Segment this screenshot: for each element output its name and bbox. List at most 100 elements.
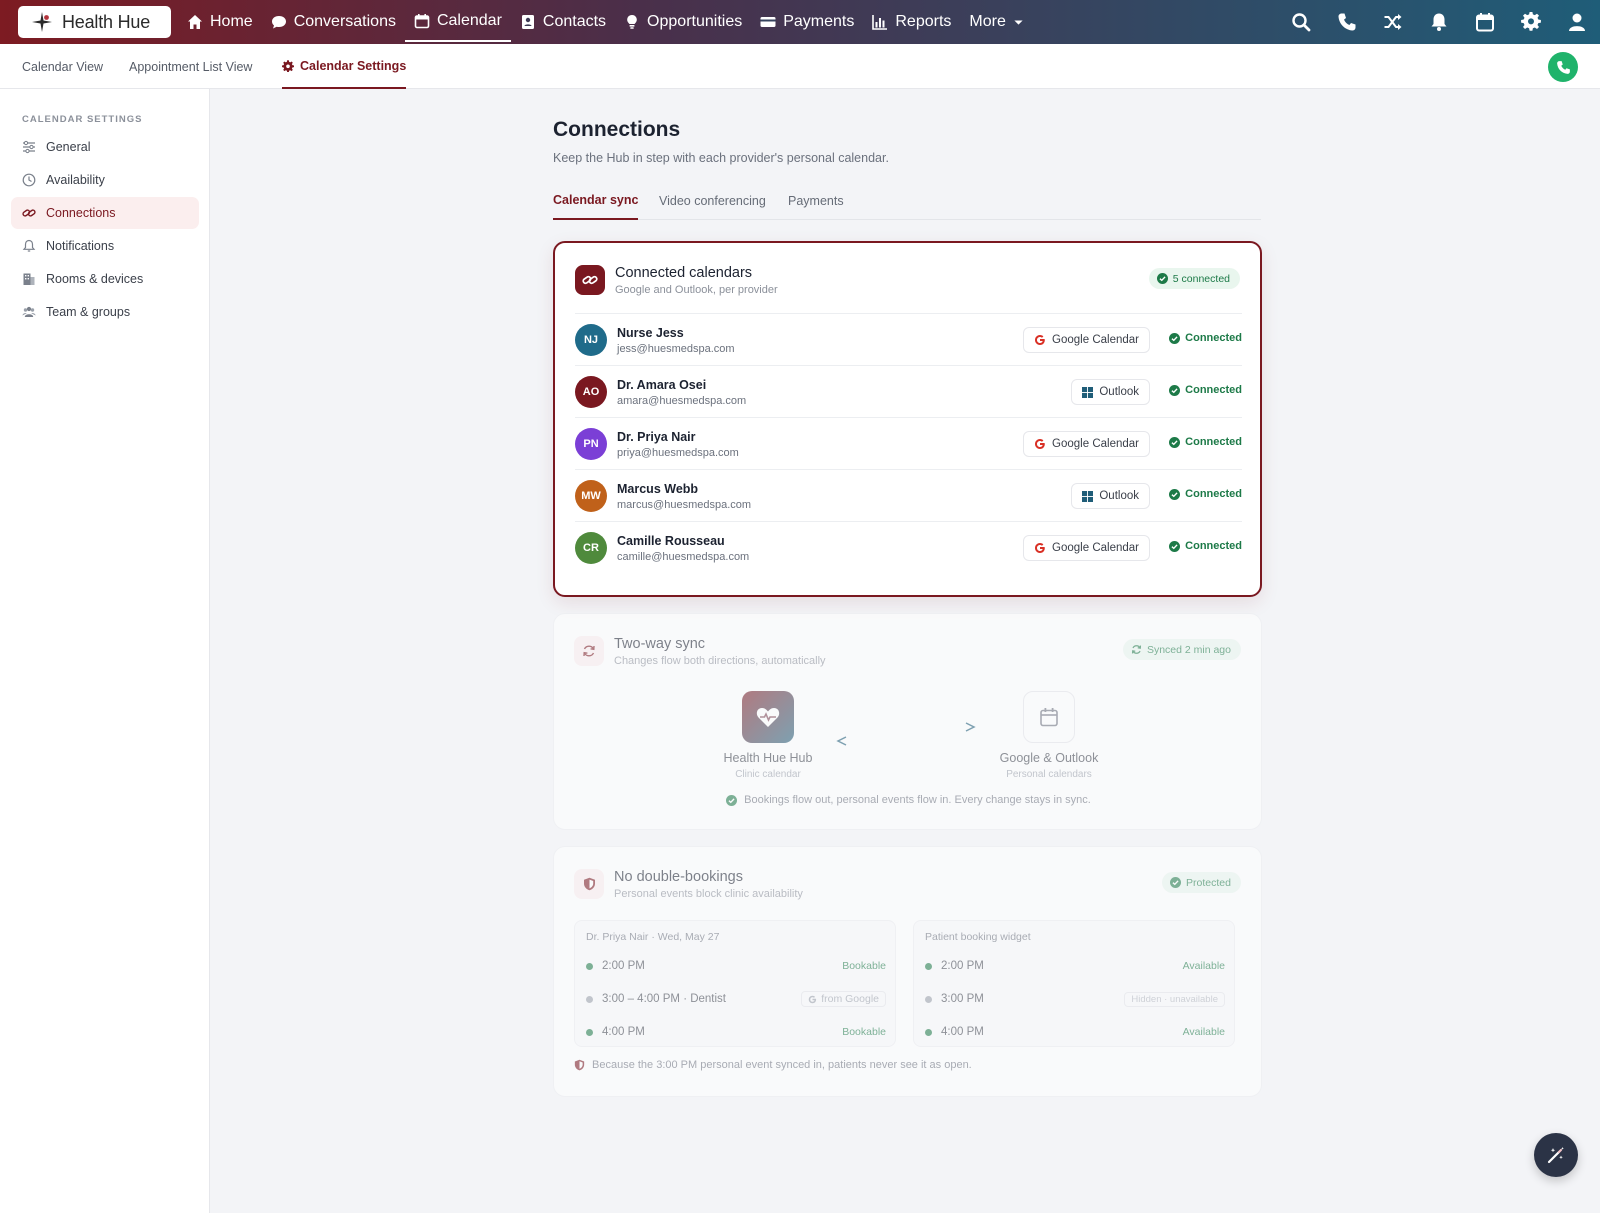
tab-calendar-sync[interactable]: Calendar sync (553, 182, 639, 220)
profile-button[interactable] (1554, 0, 1600, 44)
badge-label: Synced 2 min ago (1146, 643, 1231, 656)
settings-button[interactable] (1508, 0, 1554, 44)
tab-label: Calendar sync (553, 193, 639, 207)
bar-chart-icon (872, 15, 888, 30)
microsoft-icon (1082, 386, 1094, 398)
nav-conversations[interactable]: Conversations (262, 2, 405, 42)
nav-label: Reports (895, 13, 952, 30)
slot-dot (925, 962, 932, 970)
check-circle-icon (1169, 436, 1181, 448)
search-button[interactable] (1278, 0, 1324, 44)
bell-icon (1431, 13, 1447, 31)
slot-time: 4:00 PM (941, 1026, 984, 1038)
sidebar-item-label: Notifications (46, 239, 115, 253)
sync-status-badge: Synced 2 min ago (1122, 639, 1241, 660)
credit-card-icon (760, 17, 776, 27)
shuffle-button[interactable] (1370, 0, 1416, 44)
calendar-icon (1040, 708, 1058, 727)
card-title: Two-way sync (614, 636, 706, 652)
sidebar-item-general[interactable]: General (11, 131, 199, 163)
card-icon (575, 265, 605, 295)
nav-payments[interactable]: Payments (751, 2, 863, 42)
chevron-down-icon (1014, 19, 1023, 25)
external-sublabel: Personal calendars (1006, 769, 1092, 780)
calendar-button[interactable] (1462, 0, 1508, 44)
magic-wand-icon (1547, 1147, 1564, 1164)
shield-icon (583, 877, 595, 891)
calendar-icon (414, 14, 430, 29)
connection-tabs: Calendar sync Video conferencing Payment… (553, 182, 1261, 220)
provider-row: AO Dr. Amara Osei amara@huesmedspa.com O… (575, 365, 1242, 417)
sidebar-item-notifications[interactable]: Notifications (11, 230, 199, 262)
lightbulb-icon (627, 15, 637, 29)
check-circle-icon (1169, 332, 1181, 344)
calendar-provider-button[interactable]: Google Calendar (1023, 431, 1150, 457)
nav-opportunities[interactable]: Opportunities (615, 2, 751, 42)
check-circle-icon (726, 794, 738, 806)
contacts-icon (521, 15, 534, 29)
card-icon (574, 869, 604, 899)
nav-contacts[interactable]: Contacts (511, 2, 615, 42)
patient-booking-widget: Patient booking widget 2:00 PM Available… (913, 920, 1235, 1047)
phone-icon (1338, 13, 1356, 31)
tab-calendar-view[interactable]: Calendar View (22, 44, 103, 89)
calendar-provider-button[interactable]: Google Calendar (1023, 327, 1150, 353)
sidebar-item-label: Availability (46, 173, 105, 187)
nav-label: Conversations (293, 13, 396, 30)
slot-dot (586, 1028, 593, 1036)
sidebar-title: CALENDAR SETTINGS (22, 114, 143, 125)
notifications-button[interactable] (1416, 0, 1462, 44)
time-slot: 4:00 PM Available (925, 1017, 1225, 1047)
nav-reports[interactable]: Reports (863, 2, 960, 42)
nav-utilities (1278, 0, 1600, 44)
tab-payments[interactable]: Payments (788, 182, 844, 220)
provider-email: priya@huesmedspa.com (617, 447, 739, 459)
google-icon (808, 995, 817, 1003)
google-icon (1035, 543, 1045, 553)
slot-time: 2:00 PM (602, 960, 645, 972)
main-nav: Home Conversations Calendar Contacts Opp… (178, 0, 1033, 44)
sidebar-item-availability[interactable]: Availability (11, 164, 199, 196)
tab-label: Payments (788, 194, 844, 208)
magic-wand-button[interactable] (1534, 1133, 1578, 1177)
settings-sidebar: CALENDAR SETTINGS General Availability C… (0, 89, 210, 1213)
status-connected: Connected (1169, 332, 1242, 344)
app-logo[interactable]: Health Hue (18, 6, 171, 38)
widget-heading: Patient booking widget (925, 931, 1031, 943)
tab-video-conferencing[interactable]: Video conferencing (659, 182, 766, 220)
provider-name: Camille Rousseau (617, 534, 725, 548)
slot-time: 3:00 – 4:00 PM · Dentist (602, 993, 727, 1005)
status-label: Connected (1185, 436, 1242, 448)
provider-email: camille@huesmedspa.com (617, 551, 750, 563)
provider-name: Nurse Jess (617, 326, 684, 340)
phone-button[interactable] (1324, 0, 1370, 44)
tab-appointment-list-view[interactable]: Appointment List View (129, 44, 252, 89)
provider-row: CR Camille Rousseau camille@huesmedspa.c… (575, 521, 1242, 573)
calendar-provider-button[interactable]: Outlook (1071, 379, 1150, 405)
calendar-provider-label: Google Calendar (1052, 334, 1139, 346)
calendar-provider-button[interactable]: Google Calendar (1023, 535, 1150, 561)
building-icon (23, 273, 35, 285)
nav-more[interactable]: More (960, 2, 1032, 42)
status-connected: Connected (1169, 436, 1242, 448)
sidebar-item-connections[interactable]: Connections (11, 197, 199, 229)
nav-home[interactable]: Home (178, 2, 262, 42)
provider-row: PN Dr. Priya Nair priya@huesmedspa.com G… (575, 417, 1242, 469)
avatar: CR (575, 532, 607, 564)
status-label: Connected (1185, 384, 1242, 396)
sync-arrows-icon (836, 722, 978, 746)
sub-nav: Calendar View Appointment List View Cale… (0, 44, 1600, 89)
slot-tag: Hidden · unavailable (1124, 991, 1225, 1007)
nav-calendar[interactable]: Calendar (404, 2, 511, 42)
provider-name: Marcus Webb (617, 482, 699, 496)
sidebar-item-rooms-devices[interactable]: Rooms & devices (11, 263, 199, 295)
hub-label: Health Hue Hub (723, 751, 813, 765)
call-button[interactable] (1548, 52, 1578, 82)
calendar-provider-button[interactable]: Outlook (1071, 483, 1150, 509)
card-title: Connected calendars (615, 265, 753, 281)
card-subtitle: Personal events block clinic availabilit… (614, 888, 803, 900)
sidebar-item-team-groups[interactable]: Team & groups (11, 296, 199, 328)
slot-time: 3:00 PM (941, 993, 984, 1005)
tab-calendar-settings[interactable]: Calendar Settings (282, 44, 407, 89)
chat-icon (271, 16, 286, 29)
